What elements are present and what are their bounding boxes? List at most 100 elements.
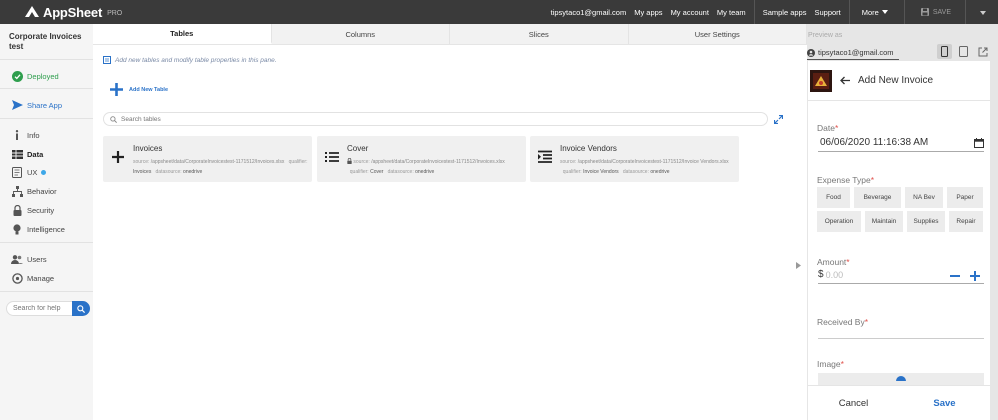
brand-tier: PRO xyxy=(107,9,123,17)
sidebar-item-deployed[interactable]: Deployed xyxy=(0,68,93,84)
sidebar-item-manage[interactable]: Manage xyxy=(0,270,93,286)
sidebar-divider xyxy=(0,59,93,60)
search-icon xyxy=(110,115,117,123)
more-menu[interactable]: More xyxy=(854,8,900,17)
save-button[interactable]: SAVE xyxy=(909,8,961,16)
tab-columns[interactable]: Columns xyxy=(271,24,450,44)
sidebar-item-label: Manage xyxy=(27,273,55,283)
open-new-window-button[interactable] xyxy=(975,44,990,59)
save-options-caret[interactable] xyxy=(970,8,998,17)
source-value: /appsheet/data/CorporateInvoicestest-117… xyxy=(577,159,729,165)
tab-slices[interactable]: Slices xyxy=(450,24,629,44)
qualifier-key: qualifier: xyxy=(562,169,582,175)
nav-divider xyxy=(753,0,755,24)
phone-icon xyxy=(941,46,948,57)
ux-icon xyxy=(11,166,23,178)
help-search-input[interactable] xyxy=(7,305,71,312)
source-key: source: xyxy=(353,159,370,165)
device-toggle xyxy=(937,44,990,59)
data-tabs: Tables Columns Slices User Settings xyxy=(93,24,807,45)
form-save-button[interactable]: Save xyxy=(899,398,990,409)
table-card-invoice-vendors[interactable]: Invoice Vendors source: /appsheet/data/C… xyxy=(530,136,739,182)
caret-down-icon xyxy=(881,10,888,14)
table-search-input[interactable] xyxy=(121,115,721,123)
date-input[interactable]: 06/06/2020 11:16:38 AM xyxy=(818,134,984,152)
search-icon xyxy=(77,304,85,313)
expense-type-label: Expense Type* xyxy=(817,175,875,185)
plus-icon xyxy=(112,151,124,163)
more-label: More xyxy=(861,7,879,17)
collapse-preview-arrow[interactable] xyxy=(796,262,801,271)
datasource-value: onedrive xyxy=(650,169,670,175)
table-card-cover[interactable]: Cover source: /appsheet/data/CorporateIn… xyxy=(317,136,526,182)
amount-input[interactable]: $ 0.00 xyxy=(818,266,984,284)
expense-option[interactable]: Food xyxy=(817,187,850,208)
support-link[interactable]: Support xyxy=(810,8,844,17)
sidebar-item-security[interactable]: Security xyxy=(0,202,93,218)
caret-down-icon xyxy=(980,10,986,15)
table-card-invoices[interactable]: Invoices source: /appsheet/data/Corporat… xyxy=(103,136,312,182)
account-email[interactable]: tipsytaco1@gmail.com xyxy=(547,8,631,17)
cancel-button[interactable]: Cancel xyxy=(808,398,899,409)
help-search-box xyxy=(6,301,90,316)
qualifier-value: Invoices xyxy=(133,169,152,175)
my-apps-link[interactable]: My apps xyxy=(630,8,666,17)
expense-type-label-text: Expense Type xyxy=(817,175,871,185)
received-by-input[interactable] xyxy=(818,327,984,339)
sidebar-item-info[interactable]: Info xyxy=(0,127,93,143)
help-search-button[interactable] xyxy=(72,301,90,316)
add-new-table-button[interactable]: Add New Table xyxy=(110,83,168,96)
expense-option[interactable]: Paper xyxy=(947,187,983,208)
amount-placeholder: 0.00 xyxy=(825,269,844,280)
save-label: SAVE xyxy=(932,8,951,16)
qualifier-key: qualifier: xyxy=(349,169,369,175)
info-icon xyxy=(11,129,23,141)
datasource-key: datasource: xyxy=(622,169,649,175)
behavior-icon xyxy=(11,185,23,197)
qualifier-value: Cover xyxy=(370,169,384,175)
expense-option[interactable]: Supplies xyxy=(907,211,945,232)
sidebar-item-users[interactable]: Users xyxy=(0,251,93,267)
tablet-view-button[interactable] xyxy=(956,44,971,59)
preview-user-email: tipsytaco1@gmail.com xyxy=(818,48,894,57)
my-account-link[interactable]: My account xyxy=(667,8,713,17)
nav-divider xyxy=(848,0,850,24)
sidebar-item-share-app[interactable]: Share App xyxy=(0,97,93,113)
received-by-label-text: Received By xyxy=(817,317,865,327)
my-team-link[interactable]: My team xyxy=(713,8,750,17)
hint-text: Add new tables and modify table properti… xyxy=(115,56,277,64)
pane-hint: Add new tables and modify table properti… xyxy=(103,56,277,64)
tab-user-settings[interactable]: User Settings xyxy=(628,24,807,44)
expense-option[interactable]: Beverage xyxy=(854,187,901,208)
send-icon xyxy=(11,99,23,111)
lock-icon xyxy=(11,204,23,216)
tab-tables[interactable]: Tables xyxy=(93,24,272,44)
back-arrow-icon[interactable] xyxy=(840,74,850,88)
expense-option[interactable]: Repair xyxy=(949,211,983,232)
expand-icon[interactable] xyxy=(774,115,783,124)
decrement-button[interactable] xyxy=(950,268,960,284)
phone-view-button[interactable] xyxy=(937,44,952,59)
increment-button[interactable] xyxy=(970,268,980,284)
form-footer: Cancel Save xyxy=(808,385,990,420)
expense-option[interactable]: NA Bev xyxy=(905,187,943,208)
sidebar-item-label: Info xyxy=(27,130,40,140)
sidebar-item-data[interactable]: Data xyxy=(0,146,93,162)
expense-option[interactable]: Maintain xyxy=(865,211,903,232)
notification-dot xyxy=(41,169,47,175)
preview-user-select[interactable]: tipsytaco1@gmail.com xyxy=(807,46,899,60)
table-card-title: Invoice Vendors xyxy=(560,144,617,153)
sidebar-item-intelligence[interactable]: Intelligence xyxy=(0,221,93,237)
expense-option[interactable]: Operation xyxy=(817,211,861,232)
table-search-box xyxy=(103,112,768,126)
appsheet-logo[interactable]: AppSheet PRO xyxy=(25,5,122,20)
sample-apps-link[interactable]: Sample apps xyxy=(759,8,811,17)
expense-type-row: Operation Maintain Supplies Repair xyxy=(817,211,983,232)
form-header: Add New Invoice xyxy=(808,61,990,101)
qualifier-value: Invoice Vendors xyxy=(583,169,619,175)
user-icon xyxy=(807,48,815,57)
sidebar-item-behavior[interactable]: Behavior xyxy=(0,183,93,199)
calendar-icon[interactable] xyxy=(974,137,984,148)
sidebar-item-ux[interactable]: UX xyxy=(0,164,93,180)
list-icon xyxy=(325,152,339,162)
